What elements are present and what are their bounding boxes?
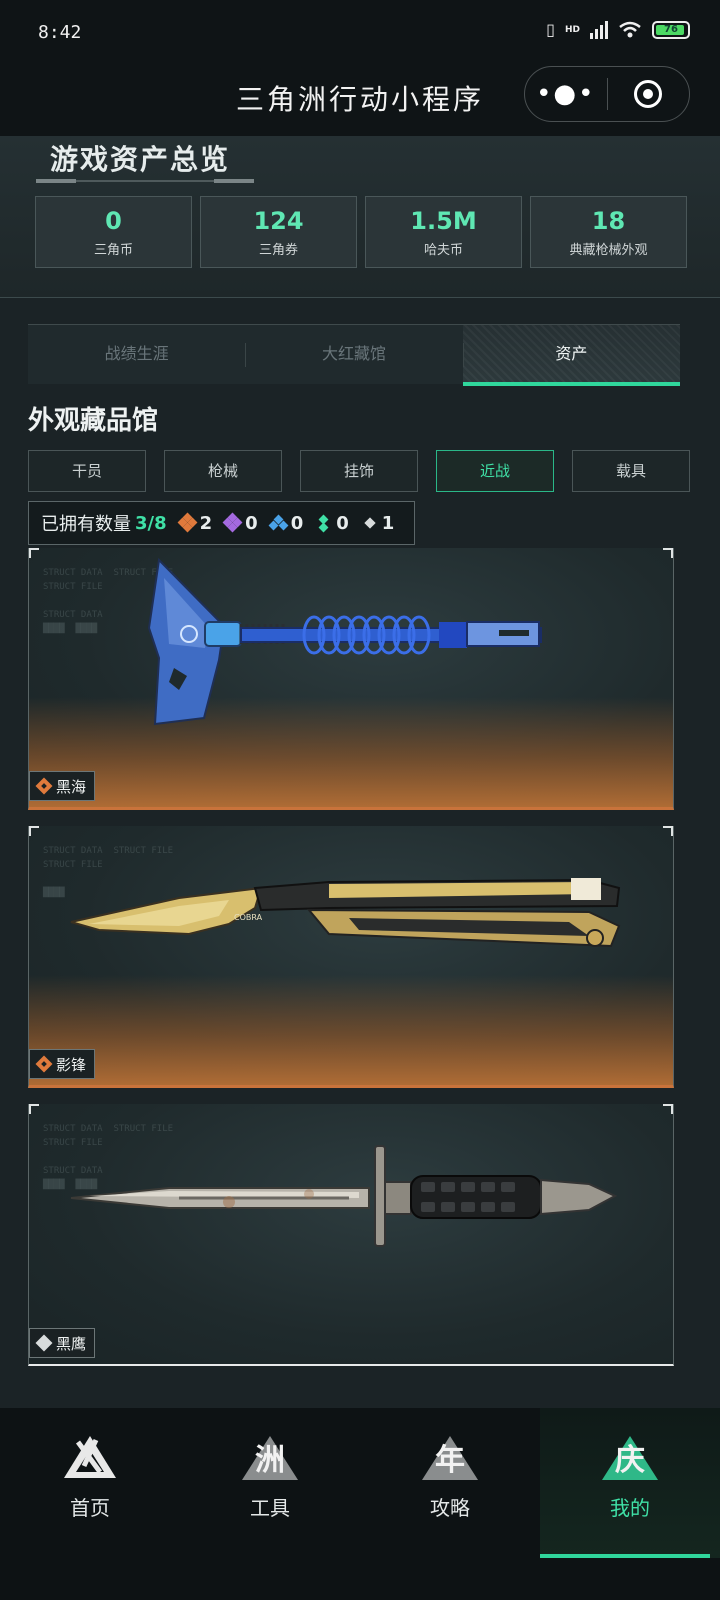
stat-card-haf-coin: 1.5M 哈夫币 bbox=[365, 196, 522, 268]
stat-value: 124 bbox=[253, 207, 304, 235]
orange-rarity-icon bbox=[35, 1055, 53, 1073]
rarity-purple: 0 bbox=[222, 512, 258, 534]
nav-profile[interactable]: 庆 我的 bbox=[540, 1408, 720, 1558]
stat-label: 哈夫币 bbox=[423, 243, 463, 258]
purple-diamond-icon bbox=[222, 512, 243, 533]
combat-knife-icon bbox=[70, 1145, 618, 1247]
battery-icon: 76 bbox=[652, 20, 690, 39]
item-name: 影锋 bbox=[56, 1055, 87, 1074]
svg-text:年: 年 bbox=[435, 1443, 465, 1478]
tools-logo-icon: 洲 bbox=[242, 1436, 298, 1480]
rarity-green: 0 bbox=[315, 513, 349, 534]
stat-card-triangle-coin: 0 三角币 bbox=[35, 196, 192, 268]
orange-diamond-icon bbox=[177, 512, 198, 533]
item-card-black-sea[interactable]: STRUCT DATA STRUCT FILE STRUCT FILE STRU… bbox=[28, 548, 674, 810]
section-title: 外观藏品馆 bbox=[28, 406, 159, 436]
target-icon bbox=[634, 80, 663, 108]
item-card-shadow-blade[interactable]: STRUCT DATA STRUCT FILE STRUCT FILE ████… bbox=[28, 826, 674, 1088]
corner-bracket bbox=[663, 548, 673, 558]
nav-label: 首页 bbox=[70, 1496, 110, 1520]
category-filters: 干员 枪械 挂饰 近战 载具 bbox=[28, 450, 690, 492]
asset-overview: 游戏资产总览 0 三角币 124 三角券 1.5M 哈夫币 18 典藏枪械外观 bbox=[0, 136, 720, 298]
item-name-badge: 黑鹰 bbox=[29, 1328, 96, 1358]
corner-bracket bbox=[29, 1104, 39, 1114]
stat-label: 典藏枪械外观 bbox=[569, 243, 648, 258]
nav-label: 我的 bbox=[610, 1496, 650, 1520]
tab-career[interactable]: 战绩生涯 bbox=[28, 325, 245, 384]
axe-icon bbox=[147, 557, 542, 726]
stat-card-collection-skins: 18 典藏枪械外观 bbox=[530, 196, 687, 268]
stats-row: 0 三角币 124 三角券 1.5M 哈夫币 18 典藏枪械外观 bbox=[35, 196, 687, 268]
filter-vehicle[interactable]: 载具 bbox=[572, 450, 690, 492]
stat-value: 1.5M bbox=[410, 207, 477, 235]
stat-value: 0 bbox=[105, 207, 122, 235]
item-name: 黑鹰 bbox=[56, 1334, 87, 1353]
network-label: HD bbox=[564, 24, 580, 35]
tab-assets[interactable]: 资产 bbox=[462, 325, 681, 386]
profile-logo-icon: 庆 bbox=[602, 1436, 658, 1480]
filter-firearm[interactable]: 枪械 bbox=[164, 450, 282, 492]
rarity-count: 0 bbox=[336, 512, 349, 534]
bottom-navigation: 首页 洲 工具 年 攻略 庆 我的 bbox=[0, 1408, 720, 1600]
rarity-orange: 2 bbox=[177, 512, 213, 534]
item-name: 黑海 bbox=[56, 777, 87, 796]
close-mini-program-button[interactable] bbox=[608, 80, 690, 108]
svg-text:COBRA: COBRA bbox=[234, 913, 263, 922]
rarity-count: 1 bbox=[381, 512, 395, 534]
stat-card-triangle-voucher: 124 三角券 bbox=[200, 196, 357, 268]
item-card-black-hawk[interactable]: STRUCT DATA STRUCT FILE STRUCT FILE STRU… bbox=[28, 1104, 674, 1366]
nav-label: 攻略 bbox=[430, 1496, 470, 1520]
main-tabs: 战绩生涯 大红藏馆 资产 bbox=[28, 324, 681, 386]
owned-count: 3/8 bbox=[135, 512, 167, 534]
blue-diamond-icon bbox=[268, 514, 289, 532]
item-name-badge: 黑海 bbox=[29, 771, 96, 801]
status-time: 8:42 bbox=[38, 22, 82, 43]
vibrate-icon: ▯ bbox=[546, 20, 555, 39]
nav-tools[interactable]: 洲 工具 bbox=[180, 1408, 360, 1558]
more-dots-icon[interactable]: •●• bbox=[525, 81, 607, 107]
capsule-menu: •●• bbox=[524, 66, 690, 122]
mini-program-navbar: 三角洲行动小程序 •●• bbox=[0, 64, 720, 136]
wifi-icon bbox=[619, 21, 641, 37]
owned-label: 已拥有数量 bbox=[41, 514, 131, 535]
rarity-count: 0 bbox=[245, 512, 258, 534]
home-logo-icon bbox=[64, 1436, 116, 1478]
corner-bracket bbox=[663, 1104, 673, 1114]
white-diamond-icon bbox=[361, 514, 379, 532]
battery-level: 76 bbox=[664, 24, 678, 35]
tab-red-collection[interactable]: 大红藏馆 bbox=[245, 325, 462, 384]
filter-melee[interactable]: 近战 bbox=[436, 450, 554, 492]
rarity-count: 0 bbox=[290, 512, 304, 534]
nav-home[interactable]: 首页 bbox=[0, 1408, 180, 1558]
nav-guides[interactable]: 年 攻略 bbox=[360, 1408, 540, 1558]
guide-logo-icon: 年 bbox=[422, 1436, 478, 1480]
nav-label: 工具 bbox=[250, 1496, 290, 1520]
item-name-badge: 影锋 bbox=[29, 1049, 96, 1079]
owned-count-bar: 已拥有数量 3/8 2 0 0 0 1 bbox=[28, 501, 416, 545]
corner-bracket bbox=[663, 826, 673, 836]
signal-icon bbox=[590, 20, 608, 39]
stat-label: 三角币 bbox=[93, 243, 133, 258]
corner-bracket bbox=[29, 826, 39, 836]
title-underline bbox=[36, 179, 254, 183]
rarity-blue: 0 bbox=[268, 512, 304, 534]
svg-text:洲: 洲 bbox=[255, 1443, 285, 1478]
filter-operator[interactable]: 干员 bbox=[28, 450, 146, 492]
overview-title: 游戏资产总览 bbox=[50, 143, 231, 176]
orange-rarity-icon bbox=[35, 777, 53, 795]
green-diamond-icon bbox=[315, 514, 333, 533]
status-bar: 8:42 ▯ HD 76 bbox=[0, 0, 720, 64]
rarity-white: 1 bbox=[361, 512, 395, 534]
rarity-count: 2 bbox=[199, 512, 213, 534]
filter-charm[interactable]: 挂饰 bbox=[300, 450, 418, 492]
corner-bracket bbox=[29, 548, 39, 558]
white-rarity-icon bbox=[35, 1334, 53, 1352]
status-icons: ▯ HD 76 bbox=[546, 20, 690, 39]
stat-value: 18 bbox=[591, 207, 626, 235]
svg-text:庆: 庆 bbox=[615, 1443, 645, 1478]
butterfly-knife-icon: COBRA bbox=[70, 878, 621, 948]
stat-label: 三角券 bbox=[258, 243, 298, 258]
